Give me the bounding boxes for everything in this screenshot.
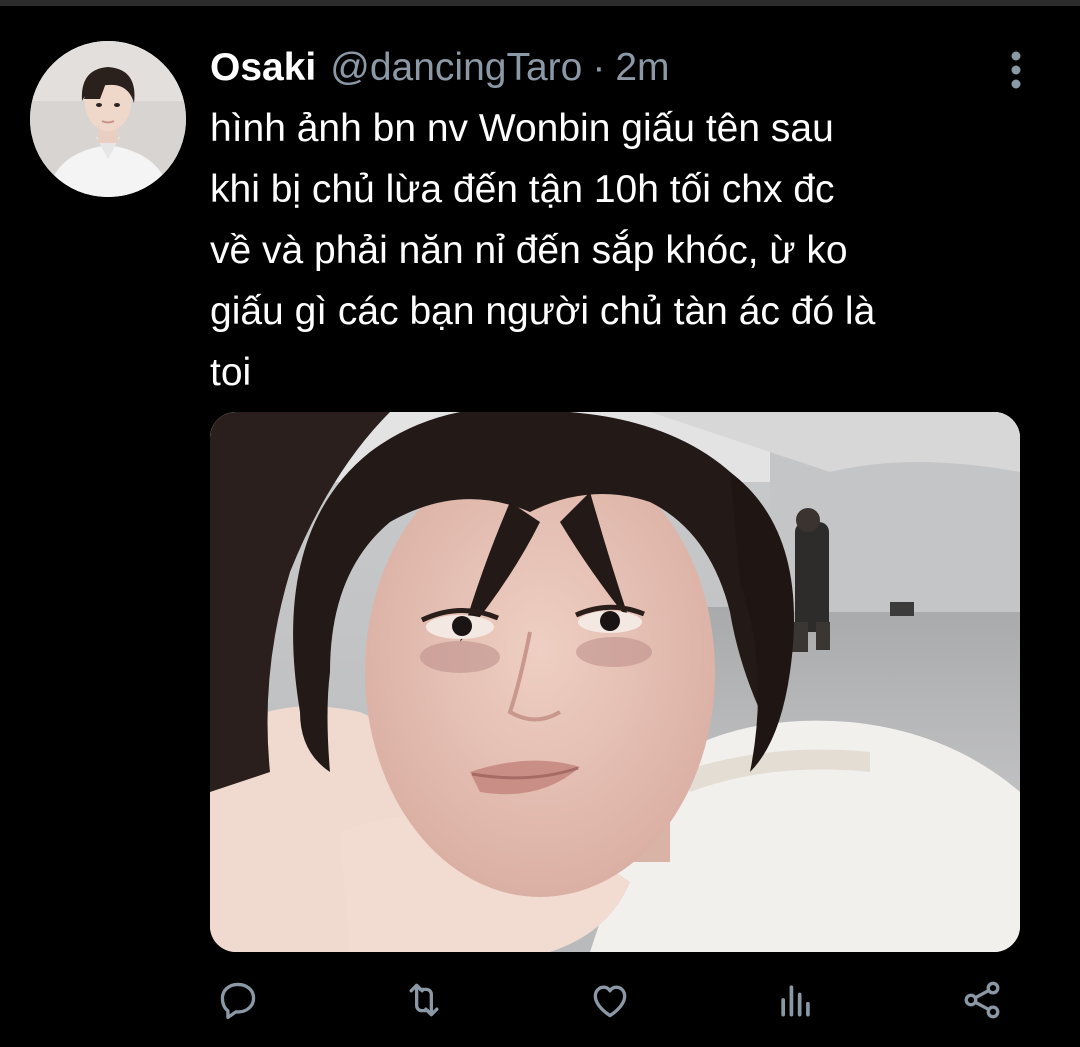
more-options-button[interactable] xyxy=(994,44,1038,96)
tweet-text-line: khi bị chủ lừa đến tận 10h tối chx đc xyxy=(210,168,835,211)
tweet-text: hình ảnh bn nv Wonbin giấu tên sau khi b… xyxy=(210,98,1030,403)
reply-button[interactable] xyxy=(210,972,266,1028)
tweet-text-line: hình ảnh bn nv Wonbin giấu tên sau xyxy=(210,107,834,150)
retweet-icon xyxy=(409,983,439,1017)
avatar[interactable] xyxy=(30,41,186,197)
share-button[interactable] xyxy=(954,972,1010,1028)
user-handle[interactable]: @dancingTaro xyxy=(330,42,582,94)
tweet-text-line: về và phải năn nỉ đến sắp khóc, ừ ko xyxy=(210,229,848,272)
heart-icon xyxy=(593,985,627,1018)
more-vertical-icon xyxy=(1011,51,1021,89)
timestamp[interactable]: 2m xyxy=(615,42,669,94)
tweet-media-photo[interactable] xyxy=(210,412,1020,952)
photo-image xyxy=(210,412,1020,952)
tweet-text-line: giấu gì các bạn người chủ tàn ác đó là xyxy=(210,290,876,333)
retweet-button[interactable] xyxy=(396,972,452,1028)
display-name[interactable]: Osaki xyxy=(210,42,316,94)
tweet-actions xyxy=(210,972,1030,1028)
separator-dot: · xyxy=(592,46,606,89)
avatar-image xyxy=(30,41,186,197)
analytics-icon xyxy=(781,985,810,1017)
tweet[interactable]: Osaki @dancingTaro · 2m hình ảnh bn nv W… xyxy=(0,6,1080,1047)
like-button[interactable] xyxy=(582,972,638,1028)
tweet-header: Osaki @dancingTaro · 2m xyxy=(210,42,670,94)
share-icon xyxy=(964,981,1000,1019)
analytics-button[interactable] xyxy=(768,972,824,1028)
reply-icon xyxy=(220,982,256,1020)
tweet-text-line: toi xyxy=(210,351,252,394)
